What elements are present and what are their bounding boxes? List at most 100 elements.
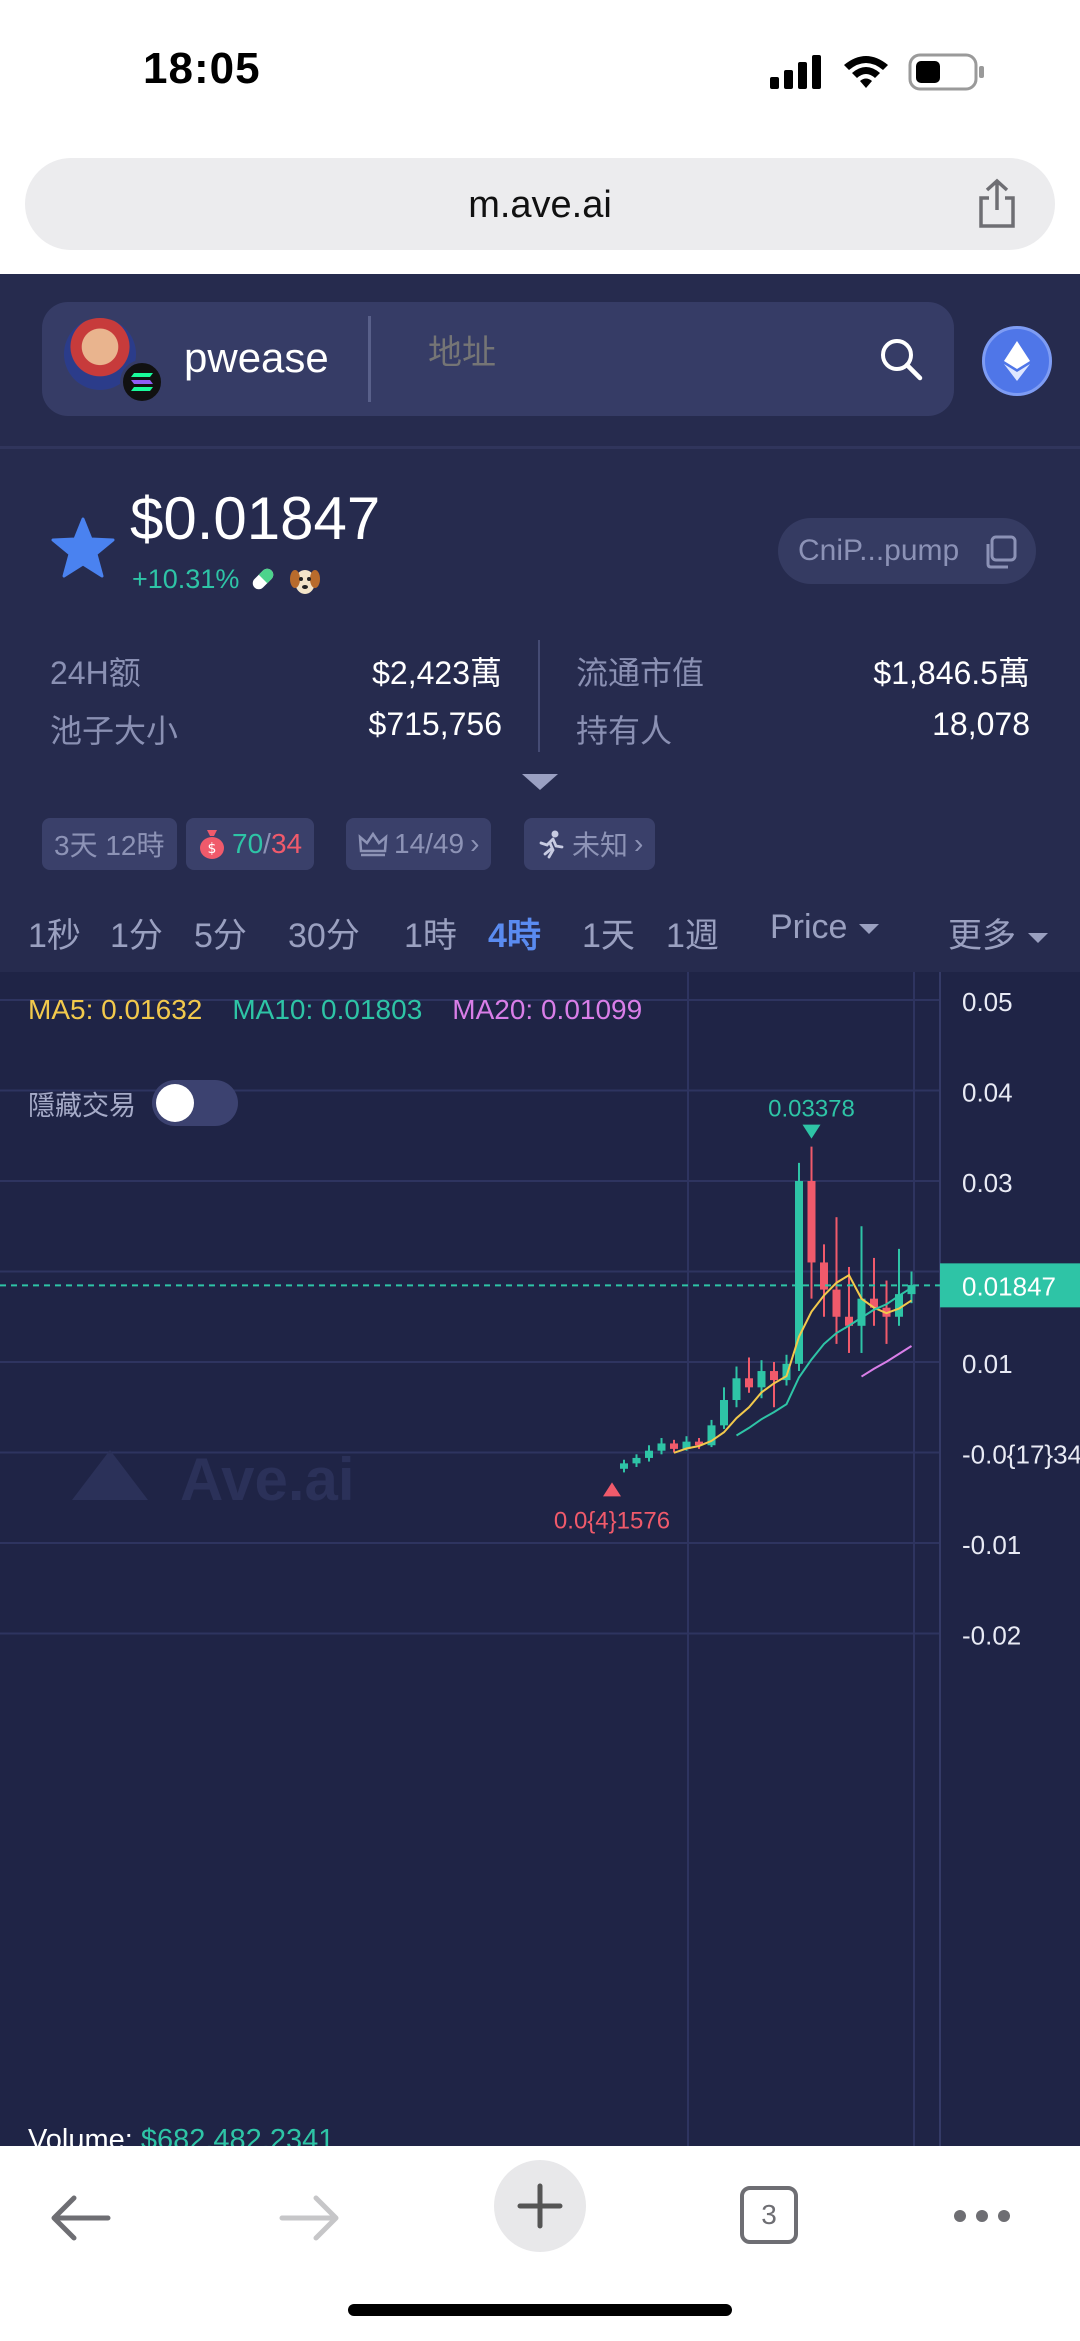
volume-value: $682,482.2341 xyxy=(140,2124,335,2146)
svg-text:$: $ xyxy=(208,841,217,857)
token-age-tag: 3天 12時 xyxy=(42,818,177,870)
status-bar: 18:05 xyxy=(0,0,1080,150)
y-tick-label: -0.01 xyxy=(962,1530,1021,1560)
y-tick-label: 0.04 xyxy=(962,1078,1013,1108)
pill-icon xyxy=(252,568,274,590)
contract-address: CniP...pump xyxy=(798,534,960,567)
toggle-knob xyxy=(156,1084,194,1122)
url-text: m.ave.ai xyxy=(468,184,612,226)
favorite-star-icon[interactable] xyxy=(50,516,116,580)
volume-24h-value: $2,423萬 xyxy=(372,655,502,691)
price-chart[interactable]: 0.050.040.030.020.01-0.0{17}34-0.01-0.02… xyxy=(0,972,1080,2146)
tf-4h[interactable]: 4時 xyxy=(488,908,541,957)
price-change: +10.31% xyxy=(132,564,240,594)
buy-sell-tag: $ 70/34 xyxy=(186,818,315,870)
y-tick-label: -0.0{17}34 xyxy=(962,1440,1080,1470)
search-divider xyxy=(368,316,371,402)
new-tab-button[interactable] xyxy=(494,2160,586,2252)
copy-address-button[interactable]: CniP...pump xyxy=(778,518,1036,584)
y-tick-label: 0.05 xyxy=(962,987,1013,1017)
tabs-count-button[interactable]: 3 xyxy=(740,2186,798,2244)
price-dropdown[interactable]: Price xyxy=(770,908,880,947)
more-dropdown[interactable]: 更多 xyxy=(948,908,1048,957)
market-cap-value: $1,846.5萬 xyxy=(873,655,1030,691)
y-tick-label: 0.03 xyxy=(962,1168,1013,1198)
ma20-label: MA20: 0.01099 xyxy=(452,994,643,1025)
low-price-marker: 0.0{4}1576 xyxy=(554,1507,670,1534)
y-tick-label: 0.01 xyxy=(962,1349,1013,1379)
candle-body xyxy=(620,1463,628,1469)
holders-rank: 14/49 xyxy=(394,828,465,859)
browser-address-area: m.ave.ai xyxy=(0,150,1080,274)
wifi-icon xyxy=(844,56,888,88)
caret-down-icon xyxy=(1028,933,1048,944)
holders-label: 持有人 xyxy=(576,713,673,749)
timeframe-tabs: 1秒 1分 5分 30分 1時 4時 1天 1週 Price 更多 xyxy=(0,890,1080,970)
holders-value: 18,078 xyxy=(932,706,1030,742)
runner-status: 未知 xyxy=(572,830,629,861)
dog-icon xyxy=(290,570,320,594)
tf-5m[interactable]: 5分 xyxy=(194,908,247,957)
tf-1m[interactable]: 1分 xyxy=(110,908,163,957)
token-name: pwease xyxy=(184,334,329,381)
tf-30m[interactable]: 30分 xyxy=(288,908,360,957)
home-indicator xyxy=(348,2304,732,2316)
token-search-bar[interactable]: pwease xyxy=(42,302,954,416)
url-bar[interactable]: m.ave.ai xyxy=(25,158,1055,250)
ethereum-chain-button[interactable] xyxy=(982,326,1052,396)
candlestick-chart[interactable]: 0.050.040.030.020.01-0.0{17}34-0.01-0.02… xyxy=(0,972,1080,2146)
y-tick-label: -0.02 xyxy=(962,1621,1021,1651)
tf-1s[interactable]: 1秒 xyxy=(28,908,81,957)
app-screen: pwease $0.01847 +10.31% CniP...pump xyxy=(0,274,1080,2146)
holders-rank-tag[interactable]: 14/49 › xyxy=(346,818,492,870)
candle-body xyxy=(732,1378,741,1401)
hide-trades-row: 隱藏交易 xyxy=(28,1080,238,1126)
buy-sell-slash: / xyxy=(263,828,271,859)
ma-legend: MA5: 0.01632 MA10: 0.01803 MA20: 0.01099 xyxy=(28,994,642,1026)
crown-icon xyxy=(358,831,388,857)
header-separator xyxy=(0,446,1080,449)
candle-body xyxy=(632,1457,641,1464)
address-search-input[interactable] xyxy=(428,334,808,373)
pool-size-label: 池子大小 xyxy=(50,713,179,749)
solana-chain-icon xyxy=(120,360,164,404)
candle-body xyxy=(657,1443,666,1451)
hide-trades-toggle[interactable] xyxy=(152,1080,238,1126)
tf-1h[interactable]: 1時 xyxy=(404,908,457,957)
expand-stats-icon[interactable] xyxy=(522,774,558,790)
candle-body xyxy=(745,1378,753,1388)
ma5-label: MA5: 0.01632 xyxy=(28,994,203,1025)
status-time: 18:05 xyxy=(143,44,261,93)
current-price-label: 0.01847 xyxy=(962,1271,1056,1301)
candle-body xyxy=(645,1450,653,1458)
cellular-signal-icon xyxy=(770,55,821,89)
candle-body xyxy=(807,1181,816,1263)
candle-body xyxy=(757,1371,766,1388)
token-price: $0.01847 xyxy=(130,485,381,552)
forward-arrow-icon[interactable] xyxy=(278,2194,342,2242)
watermark-text: Ave.ai xyxy=(180,1446,355,1513)
stats-divider xyxy=(538,640,540,752)
watermark-logo-icon xyxy=(72,1450,148,1500)
candle-body xyxy=(857,1298,866,1326)
plus-icon xyxy=(517,2183,563,2229)
pool-size-value: $715,756 xyxy=(368,706,502,742)
buy-count: 70 xyxy=(232,828,264,859)
hide-trades-label: 隱藏交易 xyxy=(28,1090,136,1121)
share-icon[interactable] xyxy=(975,178,1019,230)
volume-label: Volume: xyxy=(28,2124,133,2146)
runner-tag[interactable]: 未知 › xyxy=(524,818,656,870)
tf-1w[interactable]: 1週 xyxy=(666,908,719,957)
caret-down-icon xyxy=(859,924,880,935)
tf-1d[interactable]: 1天 xyxy=(582,908,635,957)
chevron-right-icon: › xyxy=(634,828,644,859)
market-cap-label: 流通市值 xyxy=(576,655,705,691)
status-icons xyxy=(770,52,986,92)
battery-icon xyxy=(908,53,984,91)
back-arrow-icon[interactable] xyxy=(48,2194,112,2242)
chevron-right-icon: › xyxy=(470,828,480,859)
high-price-marker: 0.03378 xyxy=(768,1096,855,1123)
more-options-icon[interactable] xyxy=(952,2208,1012,2224)
search-icon[interactable] xyxy=(878,336,924,382)
money-bag-icon: $ xyxy=(200,830,224,859)
